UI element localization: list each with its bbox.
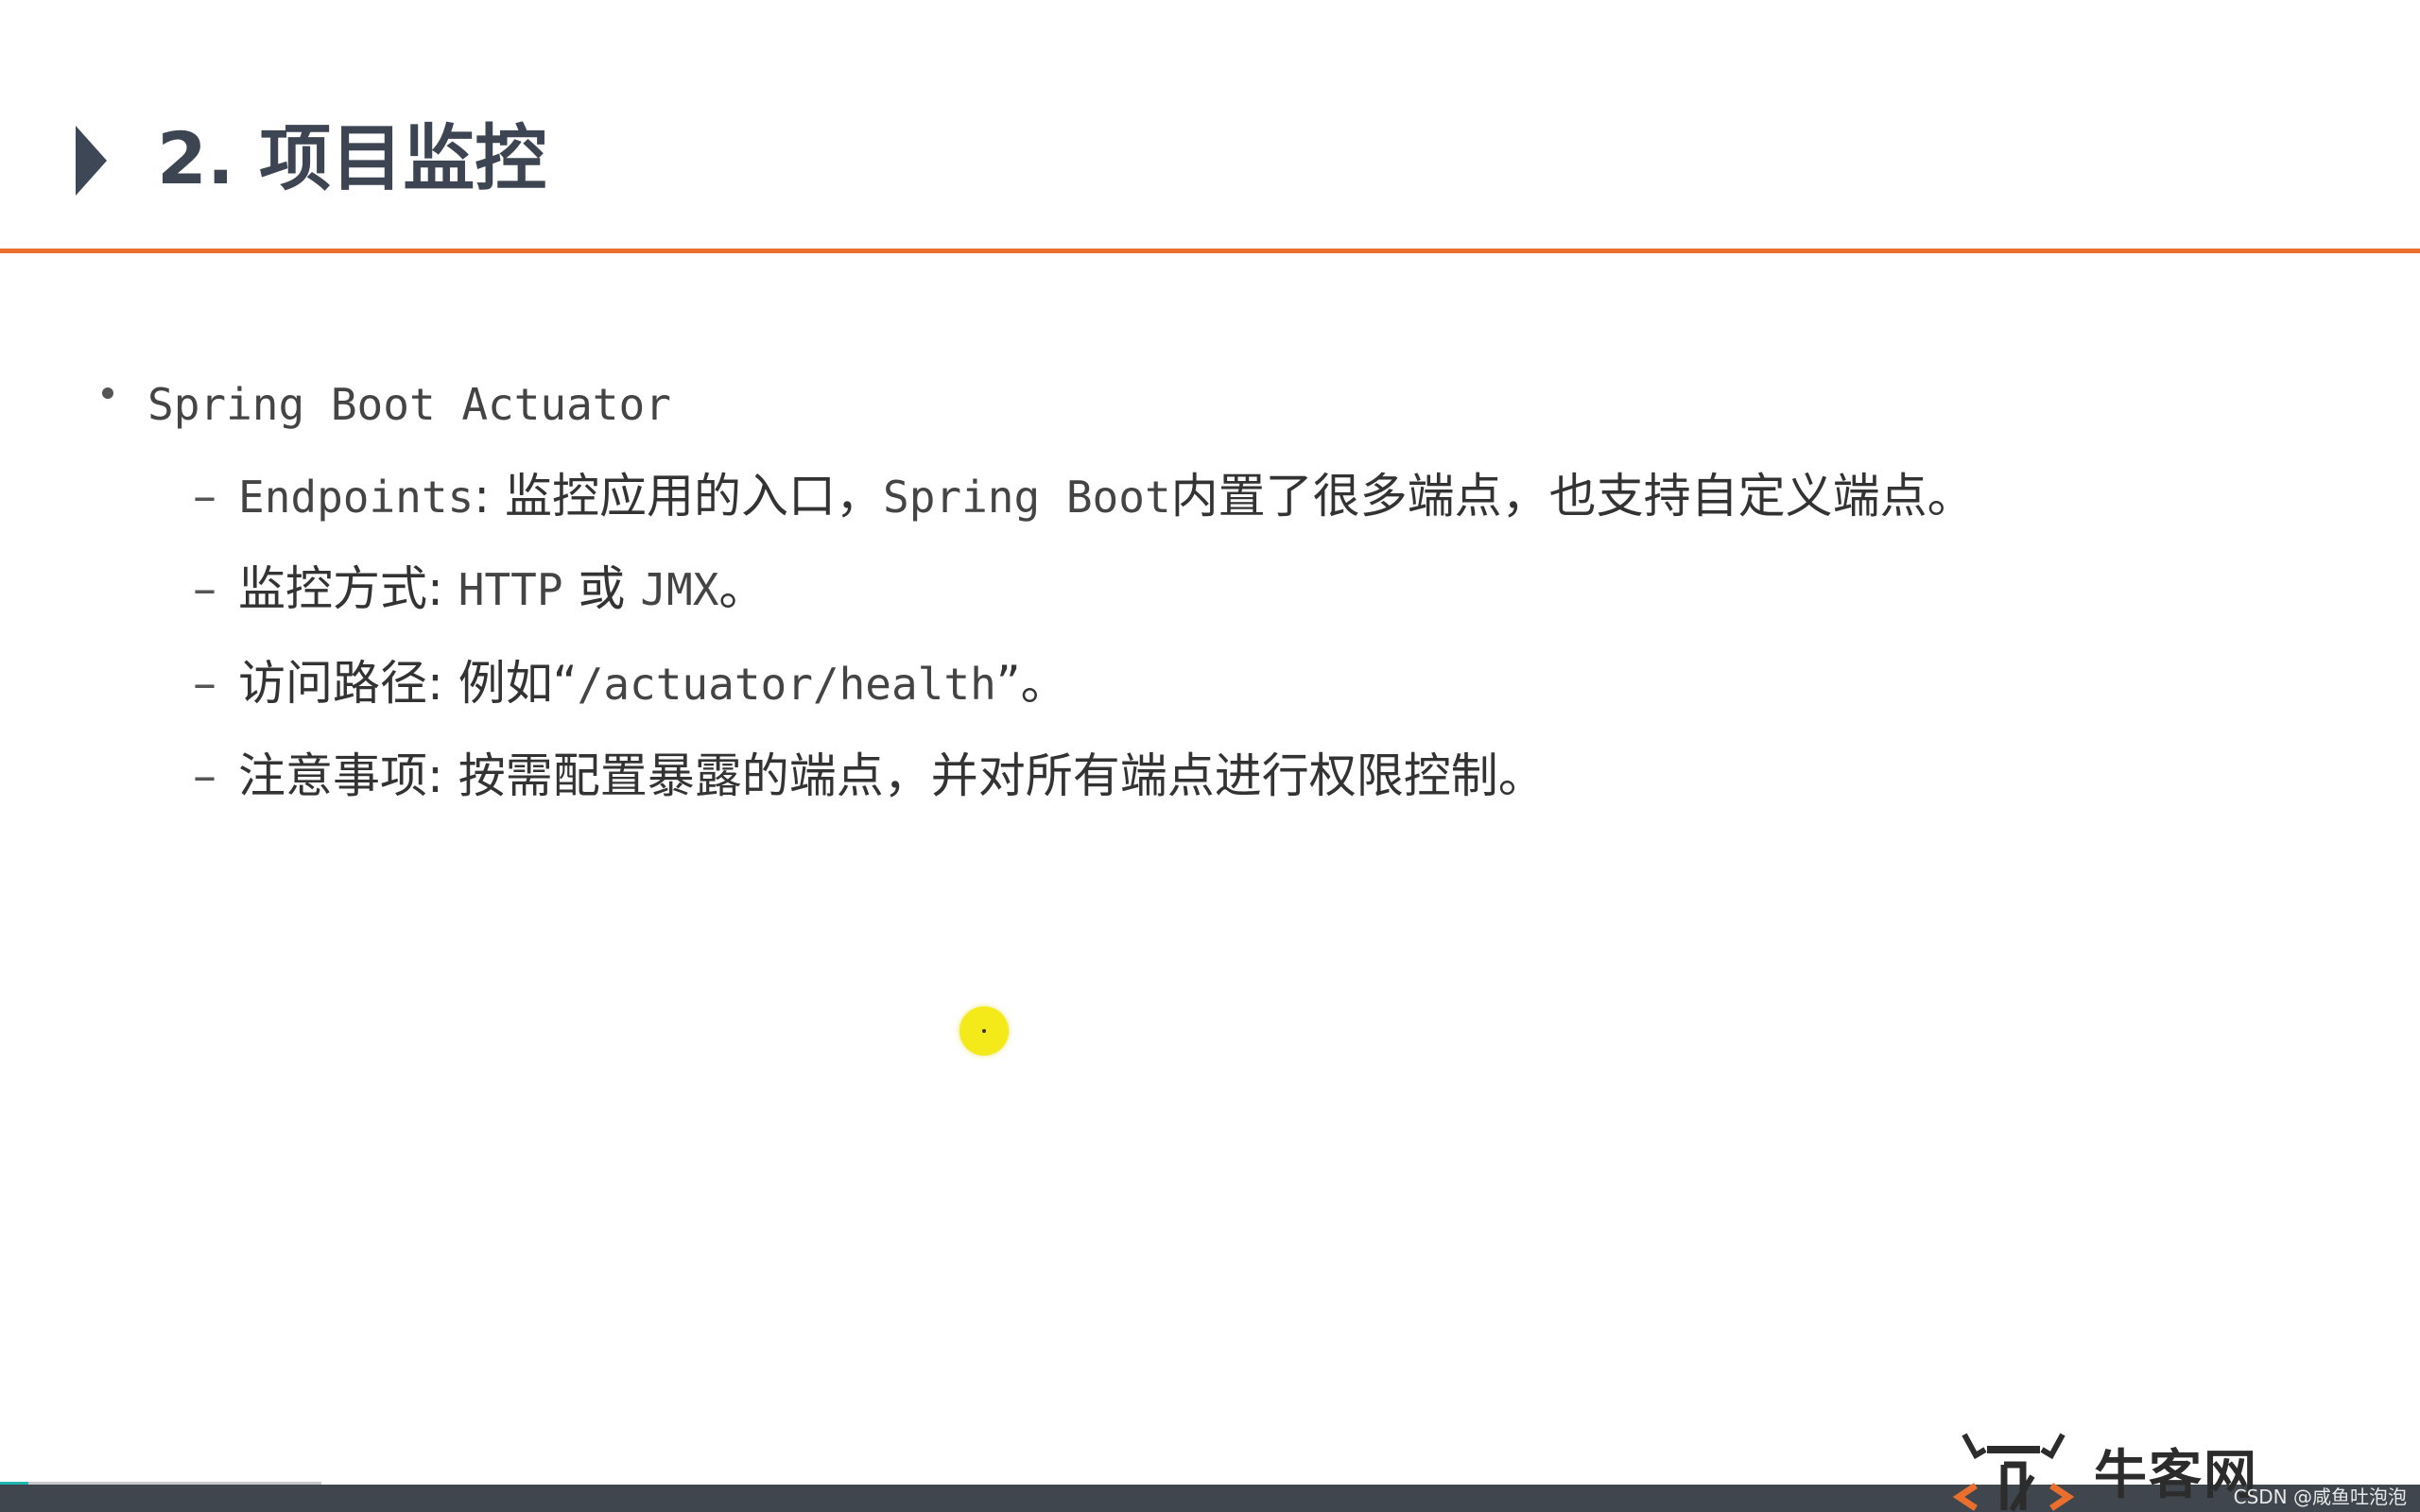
list-item: – Endpoints: 监控应用的入口，Spring Boot内置了很多端点，也… (193, 463, 1975, 530)
item-text: 。 (718, 561, 767, 616)
watermark: CSDN @咸鱼吐泡泡 (2233, 1486, 2407, 1508)
item-text: 访问路径: 例如“ (238, 656, 578, 711)
cursor-highlight (959, 1006, 1009, 1056)
item-text: 注意事项: 按需配置暴露的端点，并对所有端点进行权限控制。 (238, 748, 1546, 803)
item-text: 监控方式: (238, 561, 458, 616)
item-text: 或 (562, 561, 641, 616)
item-text: : 监控应用的入口， (474, 469, 883, 524)
dash-icon: – (193, 561, 216, 616)
nowcoder-logo-icon (1952, 1433, 2075, 1512)
item-text: ”。 (995, 656, 1068, 711)
dash-icon: – (193, 656, 216, 711)
list-item: – 监控方式: HTTP 或 JMX。 (193, 556, 766, 623)
list-item: – 注意事项: 按需配置暴露的端点，并对所有端点进行权限控制。 (193, 743, 1546, 809)
title-divider (0, 249, 2420, 253)
list-item: – 访问路径: 例如“/actuator/health”。 (193, 650, 1068, 717)
bullet-icon (102, 387, 113, 399)
logo: 牛客网 (1947, 1427, 2259, 1512)
cursor-point-icon (982, 1029, 986, 1033)
item-text: /actuator/health (577, 659, 996, 710)
item-text: Endpoints (238, 472, 475, 523)
slide-header: 2. 项目监控 (0, 0, 2420, 253)
item-text: 内置了很多端点，也支持自定义端点。 (1170, 469, 1975, 524)
bullet-heading: Spring Boot Actuator (147, 379, 671, 430)
caret-right-icon (76, 126, 107, 196)
slide-title: 2. 项目监控 (157, 116, 547, 200)
dash-icon: – (193, 748, 216, 803)
dash-icon: – (193, 469, 216, 524)
item-text: Spring Boot (883, 472, 1171, 523)
item-text: HTTP (458, 564, 563, 615)
item-text: JMX (640, 564, 719, 615)
